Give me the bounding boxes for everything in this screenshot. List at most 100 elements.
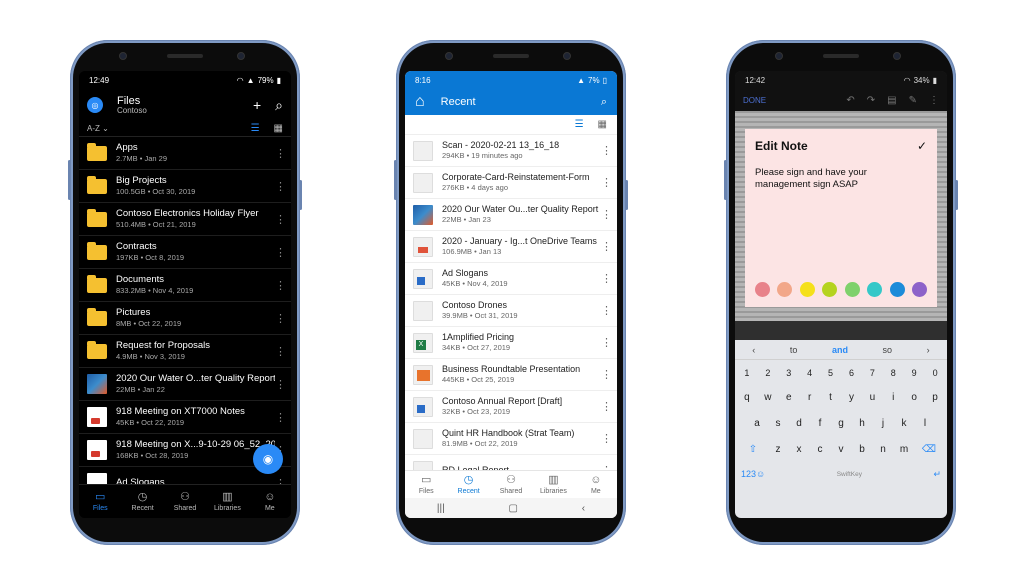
color-swatch[interactable] <box>799 282 815 297</box>
note-text-input[interactable]: Please sign and have your management sig… <box>755 167 895 192</box>
list-item[interactable]: 2020 Our Water O...ter Quality Report 22M… <box>79 368 291 401</box>
more-options-icon[interactable]: ⋮ <box>275 411 286 424</box>
list-item[interactable]: Big Projects 100.5GB • Oct 30, 2019 ⋮ <box>79 170 291 203</box>
more-options-icon[interactable]: ⋮ <box>275 279 286 292</box>
list-item[interactable]: Contoso Annual Report [Draft] 32KB • Oct … <box>405 391 617 423</box>
expand-icon[interactable]: › <box>927 345 930 355</box>
redo-icon[interactable]: ↷ <box>867 95 875 106</box>
key-l[interactable]: l <box>916 412 934 434</box>
numbers-key[interactable]: 123 <box>741 469 756 479</box>
check-icon[interactable]: ✓ <box>917 139 927 153</box>
key-f[interactable]: f <box>811 412 829 434</box>
more-options-icon[interactable]: ⋮ <box>601 304 612 317</box>
key-8[interactable]: 8 <box>884 364 902 382</box>
back-icon[interactable]: ‹ <box>582 503 585 514</box>
key-w[interactable]: w <box>759 386 777 408</box>
grid-view-icon[interactable]: ▦ <box>274 123 283 134</box>
color-swatch[interactable] <box>822 282 838 297</box>
list-item[interactable]: Request for Proposals 4.9MB • Nov 3, 2019… <box>79 335 291 368</box>
account-avatar[interactable]: ◎ <box>87 97 103 113</box>
nav-shared[interactable]: ⚇ Shared <box>490 471 532 498</box>
nav-me[interactable]: ☺ Me <box>249 485 291 518</box>
enter-icon[interactable]: ↵ <box>933 469 941 480</box>
more-options-icon[interactable]: ⋮ <box>601 240 612 253</box>
add-icon[interactable]: + <box>253 97 261 114</box>
nav-files[interactable]: ▭ Files <box>79 485 121 518</box>
suggestion[interactable]: and <box>832 345 848 355</box>
backspace-key[interactable]: ⌫ <box>916 438 942 460</box>
more-options-icon[interactable]: ⋮ <box>275 213 286 226</box>
list-item[interactable]: Contoso Electronics Holiday Flyer 510.4MB… <box>79 203 291 236</box>
list-item[interactable]: Business Roundtable Presentation 445KB • … <box>405 359 617 391</box>
list-item[interactable]: Contoso Drones 39.9MB • Oct 31, 2019 ⋮ <box>405 295 617 327</box>
key-v[interactable]: v <box>832 438 850 460</box>
color-swatch[interactable] <box>911 282 927 297</box>
key-3[interactable]: 3 <box>780 364 798 382</box>
pen-icon[interactable]: ✎ <box>909 95 917 106</box>
key-c[interactable]: c <box>811 438 829 460</box>
key-7[interactable]: 7 <box>863 364 881 382</box>
undo-icon[interactable]: ↶ <box>846 95 854 106</box>
shift-key[interactable]: ⇧ <box>740 438 766 460</box>
suggestion[interactable]: to <box>790 345 798 355</box>
key-a[interactable]: a <box>748 412 766 434</box>
more-options-icon[interactable]: ⋮ <box>275 378 286 391</box>
key-j[interactable]: j <box>874 412 892 434</box>
list-view-icon[interactable]: ☰ <box>575 119 584 130</box>
sort-dropdown[interactable]: A-Z ⌄ <box>87 124 109 133</box>
more-options-icon[interactable]: ⋮ <box>601 208 612 221</box>
list-item[interactable]: 2020 Our Water Ou...ter Quality Report 22… <box>405 199 617 231</box>
list-item[interactable]: Ad Slogans 45KB • Nov 4, 2019 ⋮ <box>405 263 617 295</box>
nav-shared[interactable]: ⚇ Shared <box>164 485 206 518</box>
more-options-icon[interactable]: ⋮ <box>275 312 286 325</box>
list-item[interactable]: 2020 - January - Ig...t OneDrive Teams 10… <box>405 231 617 263</box>
list-item[interactable]: Documents 833.2MB • Nov 4, 2019 ⋮ <box>79 269 291 302</box>
key-r[interactable]: r <box>801 386 819 408</box>
key-b[interactable]: b <box>853 438 871 460</box>
more-options-icon[interactable]: ⋮ <box>275 147 286 160</box>
camera-scan-button[interactable]: ◉ <box>253 444 283 474</box>
key-d[interactable]: d <box>790 412 808 434</box>
suggestion[interactable]: so <box>883 345 893 355</box>
key-h[interactable]: h <box>853 412 871 434</box>
emoji-icon[interactable]: ☺ <box>756 469 765 479</box>
nav-recent[interactable]: ◷ Recent <box>447 471 489 498</box>
nav-libraries[interactable]: ▥ Libraries <box>206 485 248 518</box>
key-1[interactable]: 1 <box>738 364 756 382</box>
nav-me[interactable]: ☺ Me <box>575 471 617 498</box>
more-options-icon[interactable]: ⋮ <box>601 368 612 381</box>
grid-view-icon[interactable]: ▦ <box>598 119 607 130</box>
list-view-icon[interactable]: ☰ <box>251 123 260 134</box>
more-options-icon[interactable]: ⋮ <box>601 400 612 413</box>
key-x[interactable]: x <box>790 438 808 460</box>
more-options-icon[interactable]: ⋮ <box>601 144 612 157</box>
list-item[interactable]: Corporate-Card-Reinstatement-Form 276KB •… <box>405 167 617 199</box>
search-icon[interactable]: ⌕ <box>275 97 283 114</box>
more-options-icon[interactable]: ⋮ <box>275 345 286 358</box>
key-k[interactable]: k <box>895 412 913 434</box>
nav-files[interactable]: ▭ Files <box>405 471 447 498</box>
key-t[interactable]: t <box>822 386 840 408</box>
key-y[interactable]: y <box>843 386 861 408</box>
collapse-icon[interactable]: ‹ <box>752 345 755 355</box>
more-options-icon[interactable]: ⋮ <box>601 176 612 189</box>
list-item[interactable]: Scan - 2020-02-21 13_16_18 294KB • 19 min… <box>405 135 617 167</box>
nav-recent[interactable]: ◷ Recent <box>121 485 163 518</box>
color-swatch[interactable] <box>867 282 883 297</box>
key-5[interactable]: 5 <box>822 364 840 382</box>
done-button[interactable]: DONE <box>743 96 766 105</box>
list-item[interactable]: 1Amplified Pricing34KB • Oct 27, 2019⋮ <box>405 327 617 359</box>
color-swatch[interactable] <box>777 282 793 297</box>
more-options-icon[interactable]: ⋮ <box>601 336 612 349</box>
key-2[interactable]: 2 <box>759 364 777 382</box>
color-swatch[interactable] <box>844 282 860 297</box>
key-p[interactable]: p <box>926 386 944 408</box>
list-item[interactable]: Pictures 8MB • Oct 22, 2019 ⋮ <box>79 302 291 335</box>
list-item[interactable]: 918 Meeting on XT7000 Notes 45KB • Oct 22… <box>79 401 291 434</box>
key-e[interactable]: e <box>780 386 798 408</box>
home-button-icon[interactable]: ▢ <box>508 503 517 514</box>
key-0[interactable]: 0 <box>926 364 944 382</box>
list-item[interactable]: Contracts 197KB • Oct 8, 2019 ⋮ <box>79 236 291 269</box>
home-icon[interactable]: ⌂ <box>415 93 425 111</box>
nav-libraries[interactable]: ▥ Libraries <box>532 471 574 498</box>
